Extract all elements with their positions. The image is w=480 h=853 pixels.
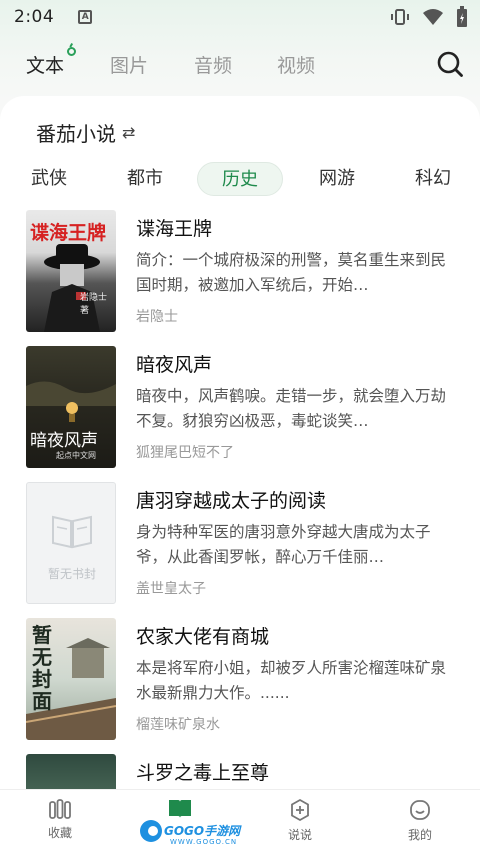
nav-posts[interactable]: 说说 [270,798,330,843]
content-type-tabs: 文本 图片 音频 视频 [0,44,480,84]
tab-video-label: 视频 [277,54,316,77]
status-time: 2:04 [14,7,55,27]
battery-icon [457,6,467,27]
tab-text[interactable]: 文本 [26,46,77,78]
category-lishi[interactable]: 历史 [197,162,283,196]
source-label: 番茄小说 [36,122,116,146]
cover-publisher: 起点中文网 [56,451,96,460]
wifi-icon [423,9,443,25]
book-item[interactable]: 暂无书封 唐羽穿越成太子的阅读 身为特种军医的唐羽意外穿越大唐成为太子爷，从此香… [0,482,480,606]
book-item[interactable]: 谍海王牌 岩隐士 著 谍海王牌 简介：一个城府极深的刑警，莫名重生来到民国时期，… [0,210,480,334]
watermark-logo: GOGO手游网 WWW.GOGO.CN [140,806,240,850]
book-description: 暗夜中，风声鹤唳。走错一步，就会堕入万劫不复。豺狼穷凶极恶，毒蛇谈笑… [136,387,447,430]
vibrate-icon [391,9,409,25]
book-title: 唐羽穿越成太子的阅读 [136,490,327,512]
tab-audio[interactable]: 音频 [194,51,232,78]
status-icons [390,6,468,28]
book-author: 狐狸尾巴短不了 [136,445,234,461]
nav-favorites[interactable]: 收藏 [30,798,90,841]
book-cover: 暗夜风声 起点中文网 [26,346,116,468]
active-leaf-icon [67,46,77,56]
category-kehuan[interactable]: 科幻 [412,162,454,196]
nav-profile-label: 我的 [407,828,432,842]
category-dushi[interactable]: 都市 [124,162,166,196]
book-description: 简介：一个城府极深的刑警，莫名重生来到民国时期，被邀加入军统后，开始… [136,251,447,294]
tab-images-label: 图片 [110,54,149,77]
book-author: 盖世皇太子 [136,581,206,597]
book-description: 本是将军府小姐，却被歹人所害沦榴莲味矿泉水最新鼎力大作。...... [136,659,447,702]
book-item[interactable]: 暗夜风声 起点中文网 暗夜风声 暗夜中，风声鹤唳。走错一步，就会堕入万劫不复。豺… [0,346,480,470]
book-placeholder-icon [52,515,92,549]
tab-audio-label: 音频 [194,54,233,77]
book-author: 榴莲味矿泉水 [136,717,220,733]
watermark-text: GOGO手游网 [164,824,241,838]
book-cover: 谍海王牌 岩隐士 著 [26,210,116,332]
book-description: 身为特种军医的唐羽意外穿越大唐成为太子爷，从此香闺罗帐，醉心万千佳丽… [136,523,431,566]
search-icon[interactable] [436,50,464,78]
book-cover: 暂无封面 [26,618,116,740]
category-wangyou[interactable]: 网游 [316,162,358,196]
cover-author: 岩隐士 著 [80,293,108,316]
book-title: 农家大佬有商城 [136,626,270,648]
nav-favorites-label: 收藏 [47,826,72,840]
book-title: 暗夜风声 [136,354,213,376]
category-wuxia[interactable]: 武侠 [28,162,70,196]
cover-title: 谍海王牌 [30,222,107,244]
book-title: 谍海王牌 [136,218,213,240]
tab-images[interactable]: 图片 [110,51,148,78]
smile-profile-icon [410,800,430,820]
category-tabs: 武侠 都市 历史 网游 科幻 [0,162,480,198]
cover-placeholder-text: 暂无书封 [47,567,96,581]
status-bar: 2:04 A [0,0,480,34]
book-cover: 暂无书封 [26,482,116,604]
notification-icon: A [78,10,93,24]
bookshelf-icon [49,799,71,819]
cover-title: 暂无封面 [32,623,52,713]
swap-icon: ⇄ [122,123,136,142]
book-item[interactable]: 暂无封面 农家大佬有商城 本是将军府小姐，却被歹人所害沦榴莲味矿泉水最新鼎力大作… [0,618,480,742]
tab-text-label: 文本 [26,54,65,77]
nav-profile[interactable]: 我的 [390,798,450,843]
nav-posts-label: 说说 [287,828,312,842]
book-author: 岩隐士 [136,309,178,325]
cover-title: 暗夜风声 [30,431,98,451]
post-plus-icon [291,798,309,822]
content-card: 番茄小说 ⇄ 武侠 都市 历史 网游 科幻 谍海王牌 岩隐士 著 谍海王牌 简介… [0,96,480,796]
source-selector[interactable]: 番茄小说 ⇄ [36,118,135,147]
book-title: 斗罗之毒上至尊 [136,762,270,784]
tab-video[interactable]: 视频 [277,51,315,78]
bottom-navigation: 收藏 GOGO手游网 WWW.GOGO.CN 说说 我的 [0,789,480,853]
watermark-url: WWW.GOGO.CN [170,838,238,846]
